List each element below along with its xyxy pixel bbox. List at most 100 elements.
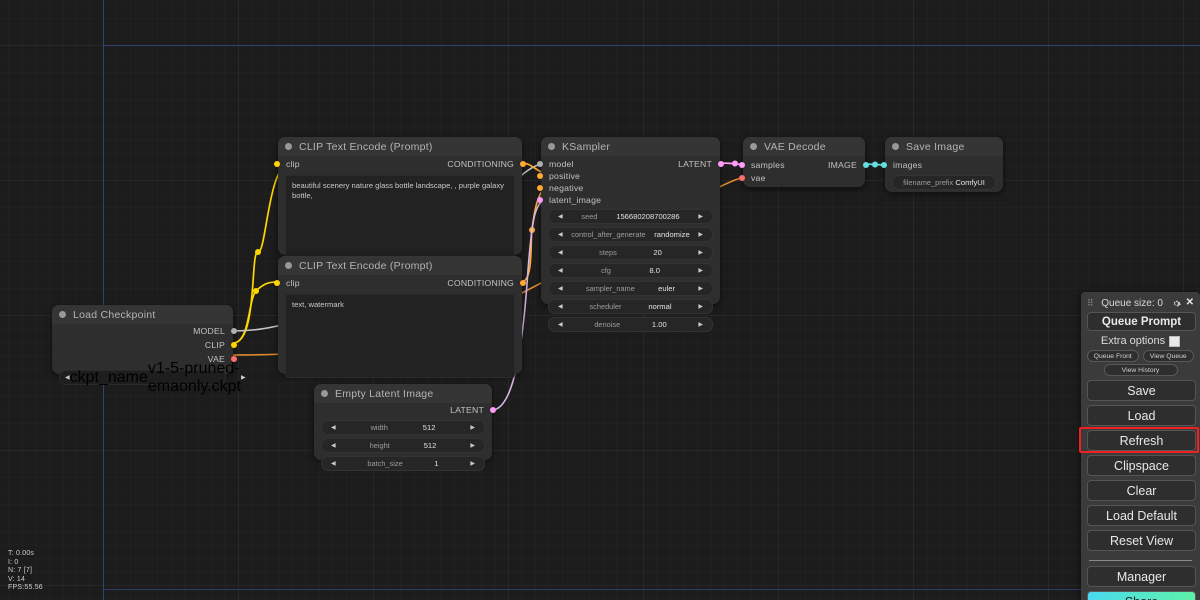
widget-batch-size[interactable]: ◀ batch_size 1 ▶: [321, 456, 485, 471]
widget-height[interactable]: ◀ height 512 ▶: [321, 438, 485, 453]
close-icon[interactable]: ✕: [1186, 298, 1194, 308]
node-collapse-icon[interactable]: [892, 143, 899, 150]
port-dot-clip[interactable]: [274, 161, 280, 167]
widget-increment-icon[interactable]: ▶: [698, 232, 703, 238]
widget-decrement-icon[interactable]: ◀: [331, 461, 336, 467]
manager-button[interactable]: Manager: [1087, 566, 1196, 587]
view-queue-button[interactable]: View Queue: [1142, 350, 1194, 362]
input-port-positive[interactable]: positive: [537, 171, 580, 181]
node-clip-text-encode-negative[interactable]: CLIP Text Encode (Prompt) clip CONDITION…: [274, 256, 526, 378]
port-dot-vae[interactable]: [739, 174, 745, 181]
node-collapse-icon[interactable]: [750, 143, 757, 150]
widget-increment-icon[interactable]: ▶: [241, 375, 246, 381]
node-collapse-icon[interactable]: [321, 390, 328, 397]
widget-cfg[interactable]: ◀ cfg 8.0 ▶: [548, 263, 713, 278]
widget-decrement-icon[interactable]: ◀: [558, 286, 563, 292]
widget-decrement-icon[interactable]: ◀: [558, 322, 563, 328]
node-title-bar[interactable]: CLIP Text Encode (Prompt): [278, 256, 522, 275]
output-port-latent[interactable]: LATENT: [678, 159, 724, 169]
port-dot-samples[interactable]: [739, 161, 745, 168]
extra-options-checkbox[interactable]: [1169, 335, 1181, 347]
clipspace-button[interactable]: Clipspace: [1087, 455, 1196, 476]
widget-decrement-icon[interactable]: ◀: [331, 425, 336, 431]
queue-front-button[interactable]: Queue Front: [1087, 350, 1139, 362]
port-dot-clip[interactable]: [274, 280, 280, 286]
queue-prompt-button[interactable]: Queue Prompt: [1087, 312, 1196, 331]
refresh-button[interactable]: Refresh: [1087, 430, 1196, 451]
port-dot-model[interactable]: [231, 328, 237, 334]
node-title-bar[interactable]: CLIP Text Encode (Prompt): [278, 137, 522, 156]
node-collapse-icon[interactable]: [548, 143, 555, 150]
widget-decrement-icon[interactable]: ◀: [558, 268, 563, 274]
widget-increment-icon[interactable]: ▶: [698, 214, 703, 220]
drag-handle-icon[interactable]: ⠿: [1087, 298, 1094, 308]
input-port-images[interactable]: images: [881, 160, 922, 170]
load-default-button[interactable]: Load Default: [1087, 505, 1196, 526]
widget-increment-icon[interactable]: ▶: [470, 443, 475, 449]
share-button[interactable]: Share: [1087, 591, 1196, 600]
widget-ckpt-name[interactable]: ◀ ckpt_name v1-5-pruned-emaonly.ckpt ▶: [59, 360, 246, 395]
node-title-bar[interactable]: Load Checkpoint: [52, 305, 233, 324]
node-title-bar[interactable]: Empty Latent Image: [314, 384, 492, 403]
input-port-latent-image[interactable]: latent_image: [537, 195, 601, 205]
prompt-textarea-negative[interactable]: text, watermark: [285, 294, 515, 378]
extra-options-row[interactable]: Extra options: [1087, 335, 1194, 347]
widget-control-after-generate[interactable]: ◀ control_after_generate randomize ▶: [548, 227, 713, 242]
clear-button[interactable]: Clear: [1087, 480, 1196, 501]
node-collapse-icon[interactable]: [285, 262, 292, 269]
comfy-menu-panel[interactable]: ⠿ Queue size: 0 ✕ Queue Prompt Extra opt…: [1081, 292, 1200, 600]
input-port-negative[interactable]: negative: [537, 183, 583, 193]
node-save-image[interactable]: Save Image images filename_prefix ComfyU…: [881, 137, 1003, 192]
widget-decrement-icon[interactable]: ◀: [558, 250, 563, 256]
node-load-checkpoint[interactable]: Load Checkpoint MODEL CLIP VAE ◀ ckpt_na…: [52, 305, 246, 395]
input-port-model[interactable]: model: [537, 159, 574, 169]
widget-increment-icon[interactable]: ▶: [470, 425, 475, 431]
input-port-samples[interactable]: samples: [739, 160, 785, 170]
widget-filename-prefix[interactable]: filename_prefix ComfyUI: [892, 175, 996, 190]
widget-seed[interactable]: ◀ seed 156680208700286 ▶: [548, 209, 713, 224]
input-port-clip[interactable]: clip: [274, 278, 300, 288]
port-dot-conditioning[interactable]: [520, 161, 526, 167]
save-button[interactable]: Save: [1087, 380, 1196, 401]
node-ksampler[interactable]: KSampler model LATENT positive negative …: [537, 137, 724, 332]
node-title-bar[interactable]: Save Image: [885, 137, 1003, 156]
prompt-textarea-positive[interactable]: beautiful scenery nature glass bottle la…: [285, 175, 515, 259]
node-clip-text-encode-positive[interactable]: CLIP Text Encode (Prompt) clip CONDITION…: [274, 137, 526, 259]
port-dot-positive[interactable]: [537, 173, 543, 179]
widget-denoise[interactable]: ◀ denoise 1.00 ▶: [548, 317, 713, 332]
input-port-clip[interactable]: clip: [274, 159, 300, 169]
port-dot-latent-image[interactable]: [537, 197, 543, 203]
widget-increment-icon[interactable]: ▶: [698, 286, 703, 292]
port-dot-latent[interactable]: [718, 161, 724, 167]
view-history-button[interactable]: View History: [1103, 364, 1178, 376]
widget-increment-icon[interactable]: ▶: [698, 268, 703, 274]
output-port-model[interactable]: MODEL: [52, 324, 237, 338]
node-empty-latent-image[interactable]: Empty Latent Image LATENT ◀ width 512 ▶ …: [314, 384, 496, 471]
widget-increment-icon[interactable]: ▶: [698, 322, 703, 328]
output-port-image[interactable]: IMAGE: [828, 160, 869, 170]
widget-increment-icon[interactable]: ▶: [698, 304, 703, 310]
input-port-vae[interactable]: vae: [739, 173, 766, 183]
widget-decrement-icon[interactable]: ◀: [331, 443, 336, 449]
widget-scheduler[interactable]: ◀ scheduler normal ▶: [548, 299, 713, 314]
output-port-conditioning[interactable]: CONDITIONING: [447, 278, 526, 288]
port-dot-negative[interactable]: [537, 185, 543, 191]
port-dot-conditioning[interactable]: [520, 280, 526, 286]
port-dot-images[interactable]: [881, 161, 887, 168]
port-dot-vae[interactable]: [231, 356, 237, 362]
gear-icon[interactable]: [1172, 299, 1181, 308]
load-button[interactable]: Load: [1087, 405, 1196, 426]
widget-steps[interactable]: ◀ steps 20 ▶: [548, 245, 713, 260]
output-port-conditioning[interactable]: CONDITIONING: [447, 159, 526, 169]
port-dot-latent[interactable]: [490, 407, 496, 413]
widget-sampler-name[interactable]: ◀ sampler_name euler ▶: [548, 281, 713, 296]
node-collapse-icon[interactable]: [285, 143, 292, 150]
node-vae-decode[interactable]: VAE Decode samples IMAGE vae: [739, 137, 869, 187]
reset-view-button[interactable]: Reset View: [1087, 530, 1196, 551]
node-title-bar[interactable]: KSampler: [541, 137, 720, 156]
widget-increment-icon[interactable]: ▶: [698, 250, 703, 256]
panel-header[interactable]: ⠿ Queue size: 0 ✕: [1087, 296, 1194, 310]
widget-decrement-icon[interactable]: ◀: [558, 214, 563, 220]
output-port-vae[interactable]: VAE: [52, 352, 237, 366]
port-dot-model[interactable]: [537, 161, 543, 167]
